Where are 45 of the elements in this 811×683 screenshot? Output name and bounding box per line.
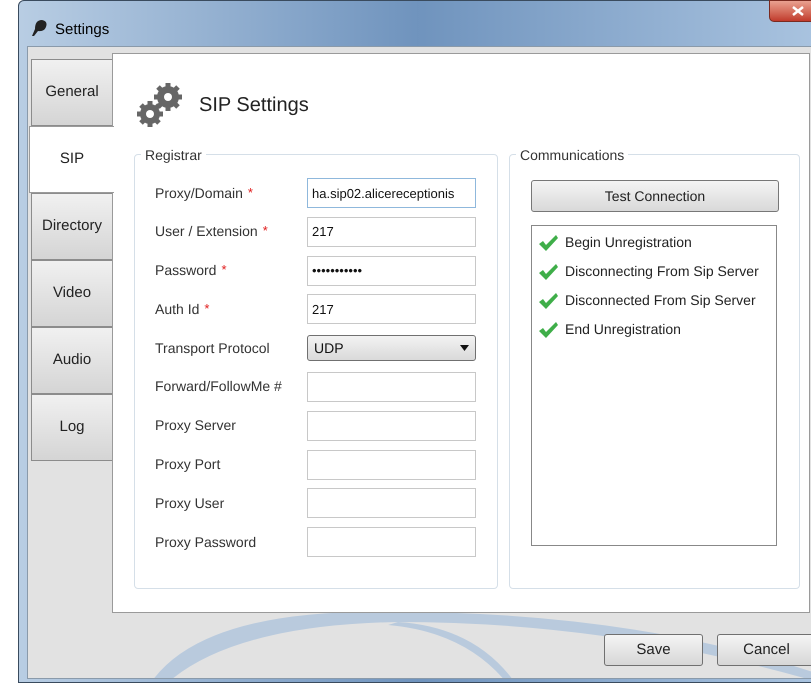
field-label: User / Extension: [155, 222, 258, 242]
dialog-button[interactable]: Cancel: [717, 634, 811, 666]
field-label: Forward/FollowMe #: [155, 377, 282, 396]
input-field[interactable]: [307, 450, 476, 480]
protocol-dropdown[interactable]: UDP: [307, 335, 476, 362]
input-field[interactable]: [307, 488, 476, 518]
page-title: SIP Settings: [199, 93, 309, 118]
test-connection-button[interactable]: Test Connection: [531, 180, 779, 212]
input-field[interactable]: ha.sip02.alicereceptionis: [307, 178, 476, 208]
caret-icon: [460, 345, 469, 352]
log-entry: End Unregistration: [565, 320, 681, 339]
field-label: Transport Protocol: [155, 338, 270, 358]
field-label: Proxy Server: [155, 416, 236, 436]
log-entry: Begin Unregistration: [565, 233, 692, 252]
dialog-button[interactable]: Save: [604, 634, 703, 666]
tab[interactable]: SIP: [29, 126, 114, 193]
app-icon: [29, 17, 49, 37]
log-entry: Disconnected From Sip Server: [565, 291, 756, 310]
tab[interactable]: Video: [31, 260, 113, 327]
input-field[interactable]: [307, 527, 476, 558]
dropdown-value: UDP: [314, 338, 344, 358]
input-field[interactable]: 217: [307, 216, 476, 247]
input-field[interactable]: •••••••••••: [307, 256, 476, 286]
required-mark: *: [248, 184, 253, 202]
field-label: Proxy Password: [155, 532, 256, 552]
tab[interactable]: Log: [31, 394, 113, 461]
gears-icon: [135, 81, 185, 129]
field-label: Proxy/Domain: [155, 184, 243, 203]
field-label: Proxy Port: [155, 455, 220, 474]
field-label: Proxy User: [155, 494, 224, 513]
tab[interactable]: Audio: [31, 327, 113, 394]
input-field[interactable]: [307, 410, 476, 441]
close-button[interactable]: [769, 0, 811, 22]
field-label: Password: [155, 261, 216, 280]
tab[interactable]: Directory: [31, 193, 113, 260]
required-mark: *: [262, 222, 268, 240]
required-mark: *: [204, 300, 210, 318]
window-title: Settings: [55, 20, 110, 40]
log-entry: Disconnecting From Sip Server: [565, 262, 759, 281]
required-mark: *: [221, 261, 227, 280]
close-icon: [792, 6, 804, 16]
input-field[interactable]: [307, 372, 476, 402]
field-label: Auth Id: [155, 300, 200, 319]
input-field[interactable]: 217: [307, 294, 476, 324]
tab[interactable]: General: [31, 59, 113, 126]
